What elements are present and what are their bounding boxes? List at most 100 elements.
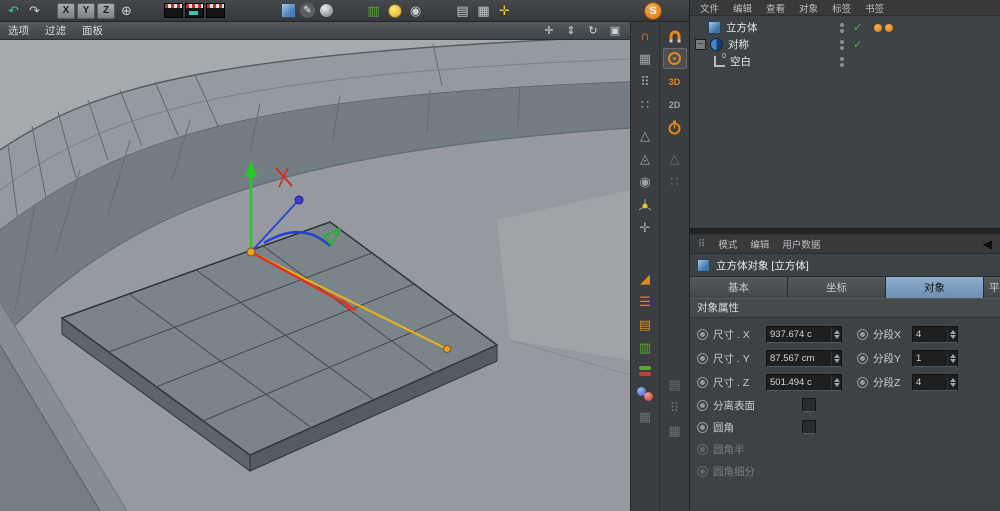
am-menu-edit[interactable]: 编辑 — [750, 237, 769, 251]
seg-y-field[interactable]: 1 — [912, 350, 958, 367]
point-grid-tool-icon[interactable]: ⠿ — [633, 71, 657, 92]
collapse-panel-icon[interactable]: ◀ — [983, 237, 992, 251]
object-manager[interactable]: 立方体 ✓ − 对称 ✓ 0 空白 — [690, 16, 1000, 228]
size-y-field[interactable]: 87.567 cm — [766, 350, 842, 367]
panel-splitter[interactable] — [690, 228, 1000, 235]
pan-view-icon[interactable]: ✛ — [542, 24, 556, 37]
wall-tool-icon[interactable]: ▤ — [633, 314, 657, 335]
tab-phong[interactable]: 平 — [984, 277, 1000, 298]
viewport-menu-panel[interactable]: 面板 — [82, 23, 103, 38]
tab-coordinates[interactable]: 坐标 — [788, 277, 886, 298]
gizmo-origin[interactable] — [247, 248, 255, 256]
object-label[interactable]: 对称 — [728, 37, 749, 52]
stepper-control[interactable] — [831, 375, 841, 390]
visibility-dots[interactable] — [840, 23, 844, 33]
zoom-view-icon[interactable]: ⇕ — [564, 24, 578, 37]
keyframe-dot-icon[interactable] — [697, 329, 708, 340]
ramp-tool-icon[interactable]: ◢ — [633, 268, 657, 289]
viewport-3d[interactable] — [0, 40, 630, 511]
display-mode-icon[interactable]: ▤ — [453, 2, 472, 20]
triangle-tool-icon[interactable]: △ — [633, 125, 657, 146]
bricks-tool-icon[interactable]: ☰ — [633, 291, 657, 312]
stepper-control[interactable] — [947, 375, 957, 390]
camera-icon[interactable]: ◉ — [406, 2, 425, 20]
enabled-check-icon[interactable]: ✓ — [853, 38, 862, 51]
visibility-dots[interactable] — [840, 40, 844, 50]
maximize-view-icon[interactable]: ▣ — [608, 24, 622, 37]
render-picture-viewer-button[interactable] — [185, 3, 204, 18]
tab-basic[interactable]: 基本 — [690, 277, 788, 298]
triangle-points-tool-icon[interactable]: ◬ — [633, 148, 657, 169]
axis-z-knob[interactable] — [295, 196, 303, 204]
om-menu-object[interactable]: 对象 — [799, 1, 818, 15]
undo-icon[interactable]: ↶ — [4, 2, 23, 20]
tab-object[interactable]: 对象 — [886, 277, 984, 298]
blocks-tool-icon[interactable]: ▥ — [633, 337, 657, 358]
rotate-view-icon[interactable]: ↻ — [586, 24, 600, 37]
auto-keying-tool-icon[interactable] — [663, 117, 687, 138]
om-menu-edit[interactable]: 编辑 — [733, 1, 752, 15]
quantize-tool-icon[interactable]: △ — [663, 148, 687, 169]
keyframe-dot-icon[interactable] — [697, 377, 708, 388]
snap-2d-toggle[interactable]: 2D — [663, 94, 687, 115]
stepper-control[interactable] — [831, 351, 841, 366]
sphere-points-tool-icon[interactable]: ◉ — [633, 171, 657, 192]
collapse-toggle-icon[interactable]: − — [695, 39, 706, 50]
size-z-field[interactable]: 501.494 c — [766, 374, 842, 391]
om-menu-bookmark[interactable]: 书签 — [865, 1, 884, 15]
axis-center-tool-icon[interactable] — [633, 194, 657, 215]
lock-y-axis-button[interactable]: Y — [77, 3, 95, 19]
keyframe-dot-icon[interactable] — [697, 353, 708, 364]
lock-x-axis-button[interactable]: X — [57, 3, 75, 19]
move-axis-tool-icon[interactable]: ✛ — [633, 217, 657, 238]
snap-3d-toggle[interactable]: 3D — [663, 71, 687, 92]
workplane-axis-icon[interactable]: ✛ — [495, 2, 514, 20]
grid-toggle-icon[interactable]: ▦ — [474, 2, 493, 20]
stepper-control[interactable] — [831, 327, 841, 342]
workplane-snap-tool-icon[interactable]: ∷ — [663, 171, 687, 192]
am-menu-mode[interactable]: 模式 — [718, 237, 737, 251]
stepper-control[interactable] — [947, 351, 957, 366]
seg-z-field[interactable]: 4 — [912, 374, 958, 391]
size-x-field[interactable]: 937.674 c — [766, 326, 842, 343]
om-menu-file[interactable]: 文件 — [700, 1, 719, 15]
render-settings-button[interactable] — [206, 3, 225, 18]
add-primitive-cube-button[interactable] — [279, 2, 298, 20]
enabled-check-icon[interactable]: ✓ — [853, 21, 862, 34]
am-menu-userdata[interactable]: 用户数据 — [782, 237, 820, 251]
misc-tool-a-icon[interactable]: ▤ — [663, 374, 687, 395]
generator-blocks-icon[interactable]: ▥ — [364, 2, 383, 20]
viewport-menu-filter[interactable]: 过滤 — [45, 23, 66, 38]
point-grid-small-tool-icon[interactable]: ∷ — [633, 94, 657, 115]
object-tags[interactable] — [874, 24, 893, 32]
selected-vertex[interactable] — [444, 346, 451, 353]
spheres-tool-icon[interactable] — [633, 383, 657, 404]
arch-tool-icon[interactable]: ∩ — [633, 25, 657, 46]
separate-surfaces-checkbox[interactable] — [802, 398, 816, 412]
seg-x-field[interactable]: 4 — [912, 326, 958, 343]
spline-pen-icon[interactable]: ✎ — [300, 3, 315, 18]
keyframe-dot-icon[interactable] — [697, 400, 708, 411]
magnet-tool-icon[interactable] — [663, 25, 687, 46]
redo-icon[interactable]: ↷ — [25, 2, 44, 20]
grid-small-tool-icon[interactable]: ▦ — [633, 406, 657, 427]
object-label[interactable]: 空白 — [730, 54, 751, 69]
keyframe-dot-icon[interactable] — [857, 353, 868, 364]
lattice-tool-icon[interactable]: ▦ — [633, 48, 657, 69]
snap-settings-tool-icon[interactable] — [663, 48, 687, 69]
stepper-control[interactable] — [947, 327, 957, 342]
object-label[interactable]: 立方体 — [726, 20, 758, 35]
scene-light-icon[interactable] — [385, 2, 404, 20]
render-view-button[interactable] — [164, 3, 183, 18]
visibility-dots[interactable] — [840, 57, 844, 67]
fillet-checkbox[interactable] — [802, 420, 816, 434]
lock-z-axis-button[interactable]: Z — [97, 3, 115, 19]
keyframe-dot-icon[interactable] — [857, 329, 868, 340]
object-row-cube[interactable]: 立方体 ✓ — [690, 19, 1000, 36]
coordinate-system-icon[interactable]: ⊕ — [117, 2, 136, 20]
misc-tool-c-icon[interactable]: ▦ — [663, 420, 687, 441]
keyframe-dot-icon[interactable] — [857, 377, 868, 388]
keyframe-dot-icon[interactable] — [697, 422, 708, 433]
om-menu-tag[interactable]: 标签 — [832, 1, 851, 15]
object-row-symmetry[interactable]: − 对称 ✓ — [690, 36, 1000, 53]
